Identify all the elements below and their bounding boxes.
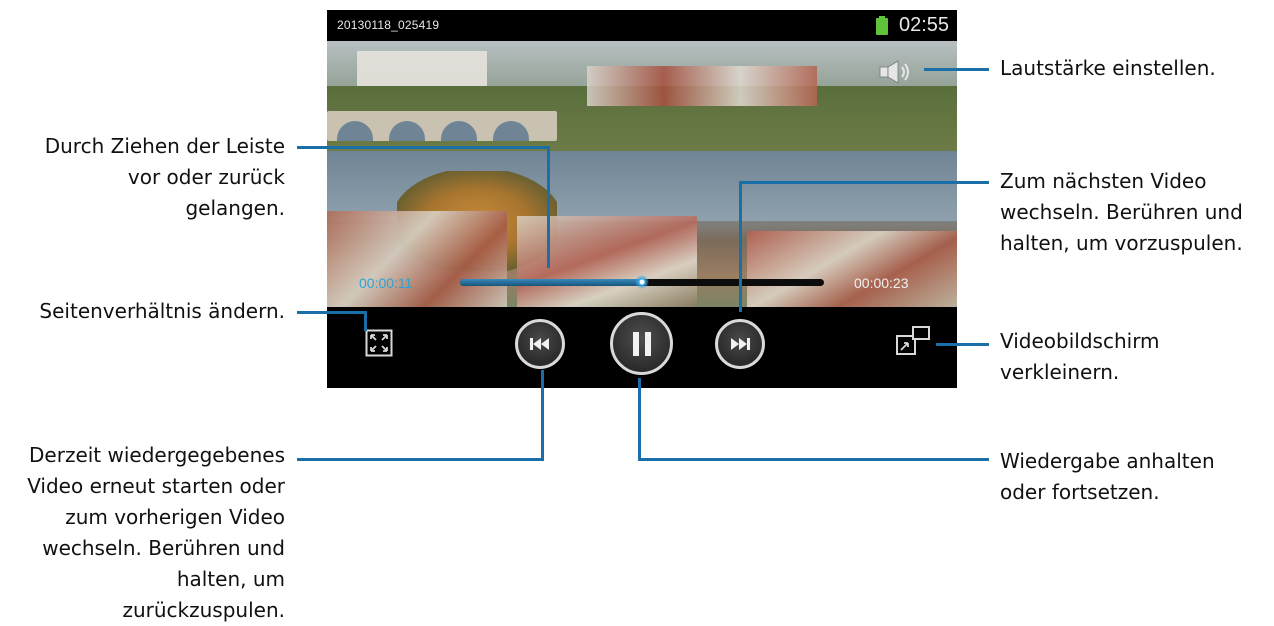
video-file-name: 20130118_025419 bbox=[337, 18, 440, 32]
previous-button[interactable] bbox=[515, 319, 565, 369]
leader-line-pause bbox=[638, 378, 641, 461]
callout-line: wechseln. Berühren und bbox=[1000, 200, 1243, 224]
aspect-ratio-icon[interactable] bbox=[365, 329, 393, 357]
callout-line: Derzeit wiedergegebenes bbox=[29, 443, 285, 467]
callout-pause: Wiedergabe anhalten oder fortsetzen. bbox=[1000, 446, 1215, 508]
next-button[interactable] bbox=[715, 319, 765, 369]
seek-progress bbox=[460, 279, 642, 286]
callout-aspect-text: Seitenverhältnis ändern. bbox=[39, 299, 285, 323]
total-time: 00:00:23 bbox=[854, 275, 909, 291]
callout-line: zurückzuspulen. bbox=[122, 598, 285, 622]
leader-line-previous bbox=[297, 458, 544, 461]
callout-minimize: Videobildschirm verkleinern. bbox=[1000, 326, 1160, 388]
callout-line: Video erneut starten oder bbox=[27, 474, 285, 498]
callout-next: Zum nächsten Video wechseln. Berühren un… bbox=[1000, 166, 1243, 259]
leader-line-previous bbox=[541, 370, 544, 461]
callout-line: oder fortsetzen. bbox=[1000, 480, 1160, 504]
status-clock: 02:55 bbox=[899, 14, 950, 36]
pause-button[interactable] bbox=[610, 312, 673, 375]
callout-line: Durch Ziehen der Leiste bbox=[44, 134, 285, 158]
callout-line: wechseln. Berühren und bbox=[42, 536, 285, 560]
seek-handle[interactable] bbox=[635, 275, 649, 289]
control-bar bbox=[327, 307, 957, 388]
status-bar: 20130118_025419 02:55 bbox=[327, 10, 957, 41]
skip-previous-icon bbox=[530, 338, 549, 350]
leader-line-seek bbox=[547, 146, 550, 268]
callout-line: gelangen. bbox=[185, 196, 285, 220]
seek-track[interactable] bbox=[460, 275, 824, 289]
leader-line-seek bbox=[297, 146, 549, 149]
leader-line-next bbox=[739, 181, 989, 184]
leader-line-aspect bbox=[297, 311, 365, 314]
callout-aspect: Seitenverhältnis ändern. bbox=[39, 296, 285, 327]
video-scene-houses bbox=[587, 66, 817, 106]
video-scene-bridge bbox=[327, 111, 557, 141]
pause-icon bbox=[632, 331, 651, 356]
video-frame[interactable]: 00:00:11 00:00:23 bbox=[327, 41, 957, 307]
callout-line: Videobildschirm bbox=[1000, 329, 1160, 353]
video-player-screen: 20130118_025419 02:55 00:00:11 00:00:23 bbox=[327, 10, 957, 388]
leader-line-pause bbox=[638, 458, 989, 461]
callout-line: Wiedergabe anhalten bbox=[1000, 449, 1215, 473]
speaker-icon[interactable] bbox=[878, 59, 914, 85]
leader-line-volume bbox=[924, 68, 989, 71]
callout-volume: Lautstärke einstellen. bbox=[1000, 53, 1216, 84]
leader-line-minimize bbox=[936, 343, 989, 346]
callout-previous: Derzeit wiedergegebenes Video erneut sta… bbox=[27, 440, 285, 626]
callout-line: halten, um bbox=[176, 567, 285, 591]
callout-volume-text: Lautstärke einstellen. bbox=[1000, 56, 1216, 80]
leader-line-next bbox=[739, 181, 742, 312]
seek-bar: 00:00:11 00:00:23 bbox=[327, 268, 957, 298]
callout-line: halten, um vorzuspulen. bbox=[1000, 231, 1243, 255]
elapsed-time: 00:00:11 bbox=[359, 275, 413, 291]
callout-line: zum vorherigen Video bbox=[65, 505, 285, 529]
callout-seek: Durch Ziehen der Leiste vor oder zurück … bbox=[45, 131, 285, 224]
video-scene-houses bbox=[357, 51, 487, 86]
callout-line: verkleinern. bbox=[1000, 360, 1120, 384]
leader-line-aspect bbox=[364, 311, 367, 331]
callout-line: Zum nächsten Video bbox=[1000, 169, 1207, 193]
pop-up-play-icon[interactable] bbox=[895, 325, 931, 357]
skip-next-icon bbox=[731, 338, 750, 350]
callout-line: vor oder zurück bbox=[127, 165, 285, 189]
battery-icon bbox=[876, 16, 888, 35]
